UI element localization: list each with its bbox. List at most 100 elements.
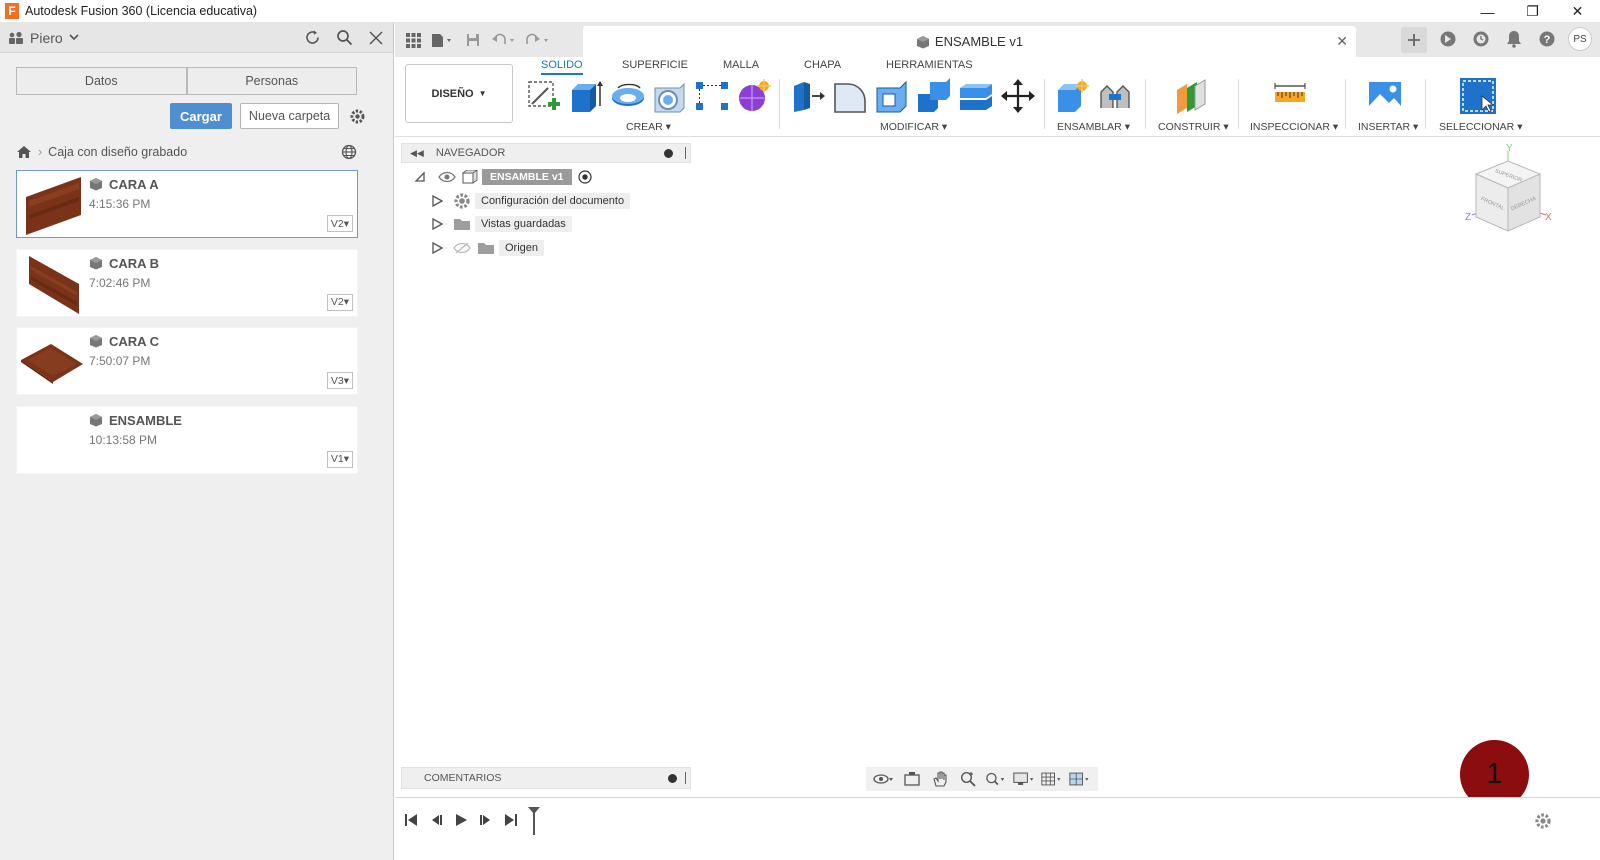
display-settings-icon[interactable] xyxy=(1013,770,1035,788)
offset-plane-icon[interactable] xyxy=(1173,78,1209,114)
group-crear[interactable]: CREAR ▾ xyxy=(626,121,671,133)
timeline-marker[interactable] xyxy=(527,806,541,836)
settings-gear-icon[interactable] xyxy=(347,106,367,126)
tab-chapa[interactable]: CHAPA xyxy=(804,59,841,71)
data-panel-grid-icon[interactable] xyxy=(403,29,423,51)
close-tab-icon[interactable]: ✕ xyxy=(1336,33,1348,50)
job-status-clock-icon[interactable] xyxy=(1469,27,1493,51)
viewports-icon[interactable] xyxy=(1069,770,1091,788)
go-to-end-icon[interactable] xyxy=(503,812,519,828)
group-inspeccionar[interactable]: INSPECCIONAR ▾ xyxy=(1250,121,1338,133)
globe-icon[interactable] xyxy=(341,144,357,160)
save-icon[interactable] xyxy=(463,29,483,51)
look-at-icon[interactable] xyxy=(901,770,923,788)
close-panel-icon[interactable] xyxy=(367,29,385,47)
create-sketch-icon[interactable] xyxy=(526,78,562,114)
collapsed-triangle-icon[interactable] xyxy=(431,195,443,207)
close-window-button[interactable]: ✕ xyxy=(1555,0,1600,23)
press-pull-icon[interactable] xyxy=(790,78,826,114)
offset-faces-icon[interactable] xyxy=(958,78,994,114)
move-copy-icon[interactable] xyxy=(1000,78,1036,114)
file-card-cara-b[interactable]: CARA B 7:02:46 PM V2 ▾ xyxy=(16,248,358,317)
browser-node-origin[interactable]: Origen xyxy=(431,238,545,258)
add-comment-icon[interactable] xyxy=(668,773,677,783)
file-card-cara-a[interactable]: CARA A 4:15:36 PM V2 ▾ xyxy=(16,170,358,238)
create-form-icon[interactable] xyxy=(736,78,772,114)
minimize-button[interactable]: — xyxy=(1465,0,1510,23)
search-icon[interactable] xyxy=(335,29,353,47)
refresh-icon[interactable] xyxy=(303,29,321,47)
viewcube[interactable]: Y X Z SUPERIOR FRONTAL DERECHA xyxy=(1462,143,1562,243)
tab-data[interactable]: Datos xyxy=(16,67,187,95)
restore-button[interactable]: ❐ xyxy=(1510,0,1555,23)
upload-button[interactable]: Cargar xyxy=(170,103,232,129)
version-dropdown[interactable]: V1 ▾ xyxy=(326,450,353,468)
team-switcher[interactable]: Piero xyxy=(8,30,79,46)
orbit-icon[interactable] xyxy=(873,770,895,788)
new-component-icon[interactable] xyxy=(1055,78,1091,114)
go-to-start-icon[interactable] xyxy=(403,812,419,828)
fillet-icon[interactable] xyxy=(832,78,868,114)
undo-icon[interactable] xyxy=(491,29,517,51)
document-tab[interactable]: ENSAMBLE v1 ✕ xyxy=(583,26,1356,57)
group-ensamblar[interactable]: ENSAMBLAR ▾ xyxy=(1057,121,1130,133)
zoom-icon[interactable] xyxy=(957,770,979,788)
step-back-icon[interactable] xyxy=(428,812,444,828)
collapsed-triangle-icon[interactable] xyxy=(431,242,443,254)
shell-icon[interactable] xyxy=(874,78,910,114)
minimize-browser-icon[interactable] xyxy=(664,148,673,158)
file-menu-icon[interactable] xyxy=(431,29,455,51)
notifications-bell-icon[interactable] xyxy=(1502,27,1526,51)
browser-node-document-settings[interactable]: Configuración del documento xyxy=(431,191,631,211)
expanded-triangle-icon[interactable] xyxy=(414,171,426,183)
insert-image-icon[interactable] xyxy=(1367,78,1403,114)
visibility-eye-icon[interactable] xyxy=(438,171,456,183)
fit-zoom-window-icon[interactable] xyxy=(985,770,1007,788)
group-seleccionar[interactable]: SELECCIONAR ▾ xyxy=(1439,121,1522,133)
tab-people[interactable]: Personas xyxy=(186,67,357,95)
timeline-settings-gear-icon[interactable] xyxy=(1534,812,1552,830)
panel-resize-handle[interactable] xyxy=(685,147,686,159)
group-modificar[interactable]: MODIFICAR ▾ xyxy=(880,121,947,133)
file-card-ensamble[interactable]: ENSAMBLE 10:13:58 PM V1 ▾ xyxy=(16,405,358,474)
tab-herramientas[interactable]: HERRAMIENTAS xyxy=(886,59,973,71)
version-dropdown[interactable]: V2 ▾ xyxy=(326,215,353,232)
new-folder-button[interactable]: Nueva carpeta xyxy=(239,103,340,129)
version-dropdown[interactable]: V2 ▾ xyxy=(326,293,353,311)
redo-icon[interactable] xyxy=(525,29,551,51)
pattern-icon[interactable] xyxy=(694,78,730,114)
tab-solido[interactable]: SOLIDO xyxy=(541,59,583,75)
group-insertar[interactable]: INSERTAR ▾ xyxy=(1358,121,1418,133)
play-icon[interactable] xyxy=(453,812,469,828)
panel-resize-handle[interactable] xyxy=(685,772,686,784)
joint-icon[interactable] xyxy=(1097,78,1133,114)
revolve-icon[interactable] xyxy=(610,78,646,114)
hole-icon[interactable] xyxy=(652,78,688,114)
comments-panel[interactable]: COMENTARIOS xyxy=(401,767,691,789)
user-avatar[interactable]: PS xyxy=(1568,27,1592,51)
tab-superficie[interactable]: SUPERFICIE xyxy=(622,59,688,71)
pan-hand-icon[interactable] xyxy=(929,770,951,788)
workspace-switcher[interactable]: DISEÑO ▼ xyxy=(405,64,513,123)
select-icon[interactable] xyxy=(1460,78,1496,114)
combine-icon[interactable] xyxy=(916,78,952,114)
tab-malla[interactable]: MALLA xyxy=(723,59,759,71)
version-dropdown[interactable]: V3 ▾ xyxy=(326,372,353,389)
grid-settings-icon[interactable] xyxy=(1041,770,1063,788)
collapse-browser-icon[interactable]: ◀◀ xyxy=(410,148,424,159)
help-icon[interactable]: ? xyxy=(1535,27,1559,51)
breadcrumb-folder[interactable]: Caja con diseño grabado xyxy=(48,145,187,159)
group-construir[interactable]: CONSTRUIR ▾ xyxy=(1158,121,1229,133)
new-tab-plus-icon[interactable] xyxy=(1401,27,1427,53)
extrude-icon[interactable] xyxy=(568,78,604,114)
activate-radio-icon[interactable] xyxy=(577,170,592,184)
home-icon[interactable] xyxy=(16,145,32,159)
measure-icon[interactable] xyxy=(1272,78,1308,114)
file-card-cara-c[interactable]: CARA C 7:50:07 PM V3 ▾ xyxy=(16,327,358,395)
browser-root-node[interactable]: ENSAMBLE v1 xyxy=(414,167,592,187)
hidden-eye-icon[interactable] xyxy=(453,242,471,254)
browser-node-named-views[interactable]: Vistas guardadas xyxy=(431,214,572,234)
step-forward-icon[interactable] xyxy=(478,812,494,828)
extensions-icon[interactable] xyxy=(1436,27,1460,51)
collapsed-triangle-icon[interactable] xyxy=(431,218,443,230)
